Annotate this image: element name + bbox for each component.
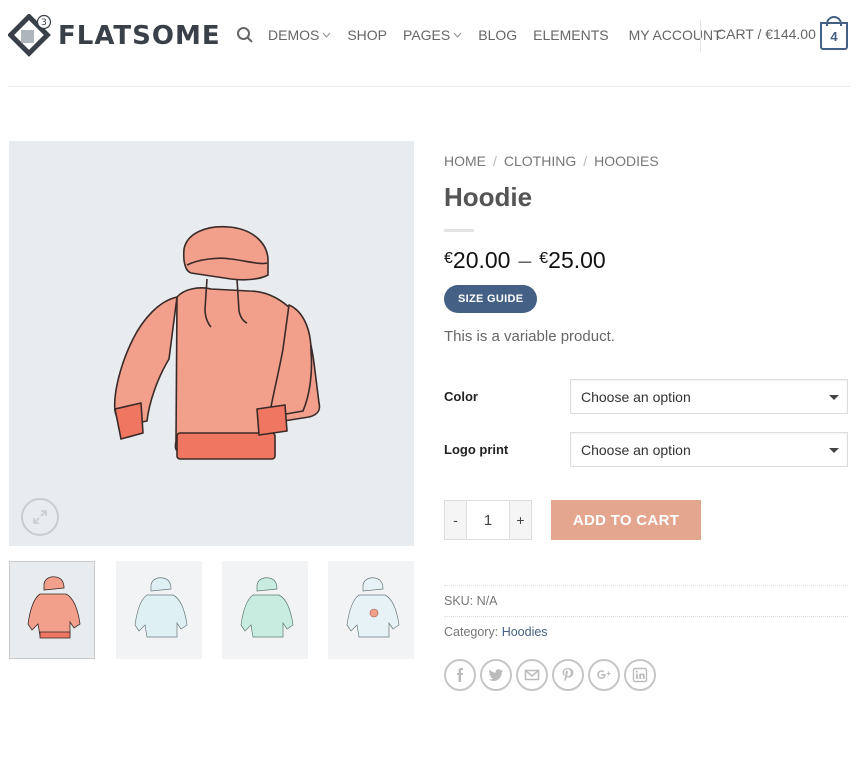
zoom-button[interactable] bbox=[21, 498, 59, 536]
site-header: 3 FLATSOME DEMOS SHOP PAGES BLOG ELEMENT… bbox=[0, 0, 858, 72]
thumbnail-strip bbox=[9, 561, 414, 659]
color-label: Color bbox=[444, 389, 478, 404]
chevron-down-icon bbox=[322, 32, 331, 38]
product-title: Hoodie bbox=[444, 182, 533, 212]
product-main-image[interactable] bbox=[9, 141, 414, 546]
price-range-dash: – bbox=[518, 247, 532, 273]
breadcrumb-clothing[interactable]: CLOTHING bbox=[504, 153, 576, 169]
color-select[interactable]: Choose an option bbox=[570, 379, 848, 414]
thumbnail-green[interactable] bbox=[222, 561, 308, 659]
logo[interactable]: 3 FLATSOME bbox=[8, 14, 221, 58]
nav-item-my-account[interactable]: MY ACCOUNT bbox=[629, 27, 722, 43]
linkedin-icon[interactable] bbox=[624, 659, 656, 691]
thumbnail-hoodie-image bbox=[240, 577, 294, 638]
nav-item-elements[interactable]: ELEMENTS bbox=[533, 27, 608, 43]
category-link[interactable]: Hoodies bbox=[502, 625, 548, 639]
header-divider bbox=[8, 86, 850, 87]
meta-divider bbox=[444, 616, 848, 617]
twitter-icon[interactable] bbox=[480, 659, 512, 691]
logo-mark-icon: 3 bbox=[8, 14, 52, 57]
share-icons bbox=[444, 659, 660, 691]
breadcrumb: HOME / CLOTHING / HOODIES bbox=[444, 153, 659, 169]
size-guide-button[interactable]: SIZE GUIDE bbox=[444, 285, 538, 313]
sku-value: N/A bbox=[476, 594, 498, 608]
email-icon[interactable] bbox=[516, 659, 548, 691]
product-price: €20.00– €25.00 bbox=[444, 247, 606, 274]
product-category: Category: Hoodies bbox=[444, 625, 548, 639]
cart-count-badge: 4 bbox=[820, 22, 848, 50]
price-max: 25.00 bbox=[548, 247, 606, 273]
product-description: This is a variable product. bbox=[444, 328, 615, 345]
meta-divider bbox=[444, 585, 848, 586]
category-label: Category: bbox=[444, 625, 499, 639]
quantity-input[interactable]: 1 bbox=[467, 500, 509, 540]
cart-bag-icon[interactable]: 4 bbox=[820, 16, 848, 50]
google-plus-icon[interactable] bbox=[588, 659, 620, 691]
currency-symbol: € bbox=[539, 250, 549, 267]
quantity-minus-button[interactable]: - bbox=[444, 500, 467, 540]
thumbnail-blue[interactable] bbox=[116, 561, 202, 659]
nav-item-label: ELEMENTS bbox=[533, 27, 609, 43]
title-divider bbox=[444, 229, 474, 232]
currency-symbol: € bbox=[444, 250, 453, 267]
nav-item-label: DEMOS bbox=[268, 27, 320, 43]
select-value: Choose an option bbox=[581, 441, 691, 458]
add-to-cart-button[interactable]: ADD TO CART bbox=[551, 500, 701, 540]
thumbnail-hoodie-image bbox=[346, 577, 400, 638]
nav-item-pages[interactable]: PAGES bbox=[403, 27, 462, 43]
thumbnail-hoodie-image bbox=[134, 577, 188, 638]
quantity-plus-button[interactable]: + bbox=[509, 500, 532, 540]
logo-print-label: Logo print bbox=[444, 442, 509, 457]
dropdown-arrow-icon bbox=[829, 395, 839, 400]
logo-version-badge: 3 bbox=[41, 18, 47, 28]
nav-item-blog[interactable]: BLOG bbox=[478, 27, 517, 43]
nav-divider bbox=[700, 20, 701, 52]
nav-item-label: PAGES bbox=[403, 27, 451, 43]
price-min: 20.00 bbox=[452, 247, 511, 273]
nav-item-demos[interactable]: DEMOS bbox=[268, 27, 331, 43]
cart-link[interactable]: CART / €144.00 bbox=[716, 26, 816, 42]
dropdown-arrow-icon bbox=[829, 448, 839, 453]
expand-icon bbox=[33, 510, 47, 524]
breadcrumb-home[interactable]: HOME bbox=[444, 153, 486, 169]
pinterest-icon[interactable] bbox=[552, 659, 584, 691]
select-value: Choose an option bbox=[581, 388, 691, 405]
thumbnail-coral[interactable] bbox=[9, 561, 95, 659]
breadcrumb-separator: / bbox=[493, 153, 497, 169]
sku-label: SKU: bbox=[444, 594, 474, 608]
breadcrumb-separator: / bbox=[583, 153, 588, 169]
breadcrumb-hoodies[interactable]: HOODIES bbox=[594, 153, 659, 169]
thumbnail-blue-logo[interactable] bbox=[328, 561, 414, 659]
nav-item-label: MY ACCOUNT bbox=[628, 27, 722, 43]
logo-print-select[interactable]: Choose an option bbox=[570, 432, 848, 467]
hoodie-illustration bbox=[113, 225, 321, 460]
brand-name: FLATSOME bbox=[58, 21, 221, 51]
search-icon[interactable] bbox=[236, 26, 254, 44]
main-nav: DEMOS SHOP PAGES BLOG ELEMENTS MY ACCOUN… bbox=[236, 26, 738, 44]
facebook-icon[interactable] bbox=[444, 659, 476, 691]
nav-item-label: SHOP bbox=[347, 27, 388, 43]
nav-item-shop[interactable]: SHOP bbox=[347, 27, 387, 43]
quantity-stepper: - 1 + bbox=[444, 500, 532, 540]
product-sku: SKU: N/A bbox=[444, 594, 498, 608]
chevron-down-icon bbox=[453, 32, 462, 38]
nav-item-label: BLOG bbox=[478, 27, 518, 43]
thumbnail-hoodie-image bbox=[27, 576, 81, 639]
